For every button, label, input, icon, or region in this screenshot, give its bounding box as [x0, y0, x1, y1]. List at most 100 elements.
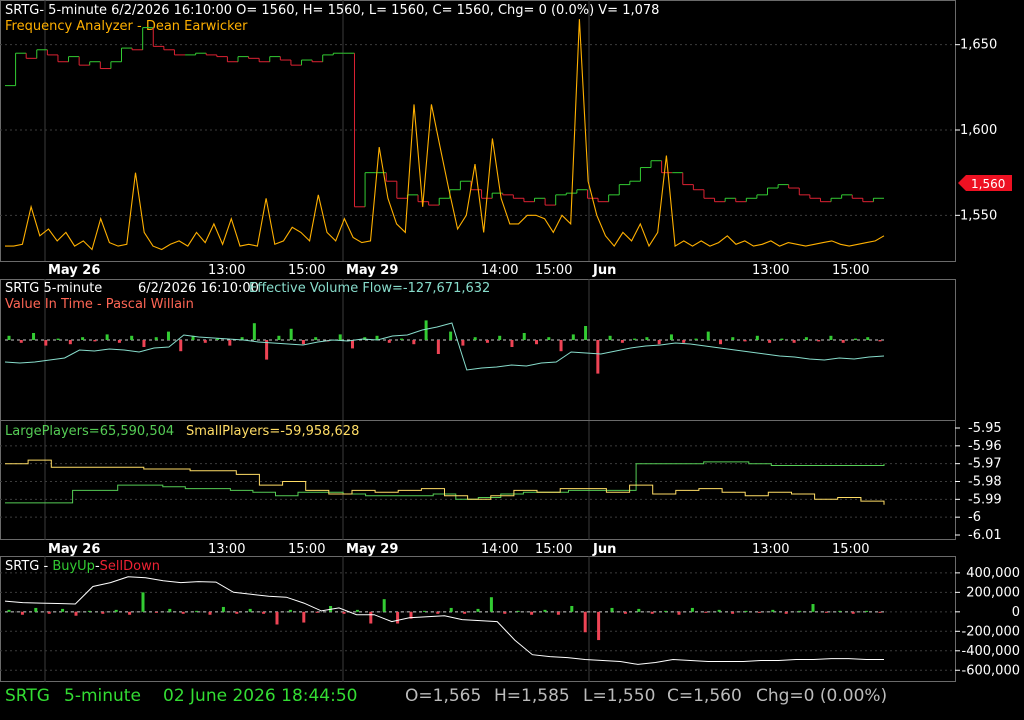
evf-bar: [142, 340, 146, 347]
bs-bar: [570, 605, 574, 612]
players-tick-label: -5.96: [968, 439, 1002, 454]
bs-bar: [838, 610, 842, 612]
evf-bar: [608, 335, 612, 340]
bs-bar: [382, 599, 386, 612]
evf-bar: [866, 337, 870, 340]
large-players-label: LargePlayers=65,590,504: [5, 424, 174, 439]
price-axis: 1,650 1,600 1,550: [955, 38, 997, 223]
evf-bar: [719, 340, 723, 345]
players-tick-label: -5.97: [968, 457, 1002, 472]
evf-bar: [117, 340, 121, 343]
panel-buyup-selldown: SRTG - BuyUp-SellDown 400,000 200,000 0 -20…: [4, 559, 1020, 678]
bs-tick-label: -400,000: [962, 644, 1020, 659]
time-axis-label: 15:00: [288, 542, 325, 557]
value-in-time-title: Value In Time - Pascal Willain: [5, 297, 194, 312]
players-tick-label: -5.98: [968, 475, 1002, 490]
price-tag-label: 1,560: [971, 177, 1005, 191]
evf-bar: [338, 334, 342, 340]
evf-bar: [510, 340, 514, 347]
evf-bar: [93, 340, 97, 342]
players-series: [5, 459, 885, 505]
evf-bar: [596, 340, 600, 374]
evf-bar: [768, 340, 772, 343]
time-axis-bottom: May 26 13:00 15:00 May 29 14:00 15:00 Jun 13:00…: [48, 542, 869, 557]
time-axis-label: 13:00: [752, 263, 789, 278]
evf-bar: [166, 331, 170, 340]
bs-selldown: SellDown: [100, 559, 160, 574]
time-axis-label: Jun: [592, 542, 616, 557]
bs-tick-label: 0: [1012, 605, 1020, 620]
evf-bar: [32, 333, 36, 340]
evf-bar: [130, 335, 134, 340]
evf-bar: [7, 335, 11, 340]
bs-bar: [878, 611, 882, 613]
evf-bar: [19, 340, 23, 343]
evf-bar: [473, 337, 477, 340]
evf-bar: [620, 340, 624, 343]
evf-bar: [277, 335, 281, 340]
evf-bar: [743, 340, 747, 342]
chart-area: SRTG- 5-minute 6/2/2026 16:10:00 O= 1560…: [0, 0, 1020, 682]
players-tick-label: -5.95: [968, 421, 1002, 436]
evf-bar: [498, 335, 502, 340]
evf-symbol: SRTG 5-minute: [5, 281, 102, 296]
bs-bar: [677, 611, 681, 615]
bs-tick-label: 400,000: [966, 566, 1020, 581]
evf-bar: [633, 338, 637, 340]
evf-bar: [780, 338, 784, 340]
evf-bar: [228, 340, 232, 346]
evf-bar: [522, 333, 526, 340]
bs-bar: [784, 611, 788, 614]
evf-bar: [105, 334, 109, 340]
evf-bar: [81, 337, 85, 340]
bs-bar: [530, 611, 534, 615]
bs-bar: [865, 610, 869, 612]
bs-bar: [583, 611, 587, 633]
evf-bar: [424, 320, 428, 340]
time-axis-label: May 26: [48, 542, 100, 557]
status-symbol: SRTG: [5, 686, 50, 706]
bs-bar: [288, 609, 292, 612]
bs-bar: [208, 611, 212, 615]
bs-bar: [47, 611, 51, 614]
evf-bar: [400, 338, 404, 340]
bs-bar: [181, 611, 185, 614]
bs-bar: [476, 608, 480, 612]
time-axis-label: May 29: [346, 542, 398, 557]
evf-bar: [694, 338, 698, 340]
panel-volume-flow: SRTG 5-minute 6/2/2026 16:10:00 Effectiv…: [4, 281, 885, 374]
bs-bar: [637, 608, 641, 612]
bs-bar: [101, 611, 105, 614]
bs-bar: [221, 606, 225, 612]
small-players-line: [5, 459, 885, 505]
bs-bar: [275, 611, 279, 625]
indicator-title: Frequency Analyzer - Dean Earwicker: [5, 19, 248, 34]
bs-bar: [717, 609, 721, 612]
evf-bar: [731, 337, 735, 340]
evf-bar: [314, 337, 318, 340]
evf-bar: [853, 338, 857, 340]
bs-bar: [463, 611, 467, 614]
bs-bar: [436, 611, 440, 614]
status-high: H=1,585: [494, 686, 570, 706]
evf-bar: [203, 340, 207, 343]
status-open: O=1,565: [405, 686, 482, 706]
bs-bar: [543, 609, 547, 612]
bs-bar: [302, 611, 306, 623]
evf-bar: [350, 340, 354, 349]
evf-bar: [645, 337, 649, 340]
bs-bar: [154, 611, 158, 613]
evf-bar: [56, 338, 60, 340]
evf-bar: [878, 340, 882, 342]
bs-bar: [489, 597, 493, 612]
evf-bar: [841, 340, 845, 343]
bs-bar: [704, 611, 708, 613]
bs-bar: [503, 611, 507, 614]
bs-bar: [664, 610, 668, 612]
bs-bar: [315, 611, 319, 613]
evf-value: Effective Volume Flow=-127,671,632: [249, 281, 490, 296]
bs-bar: [623, 611, 627, 614]
evf-bar: [584, 326, 588, 340]
evf-bar: [252, 323, 256, 340]
evf-datetime: 6/2/2026 16:10:00: [138, 281, 259, 296]
